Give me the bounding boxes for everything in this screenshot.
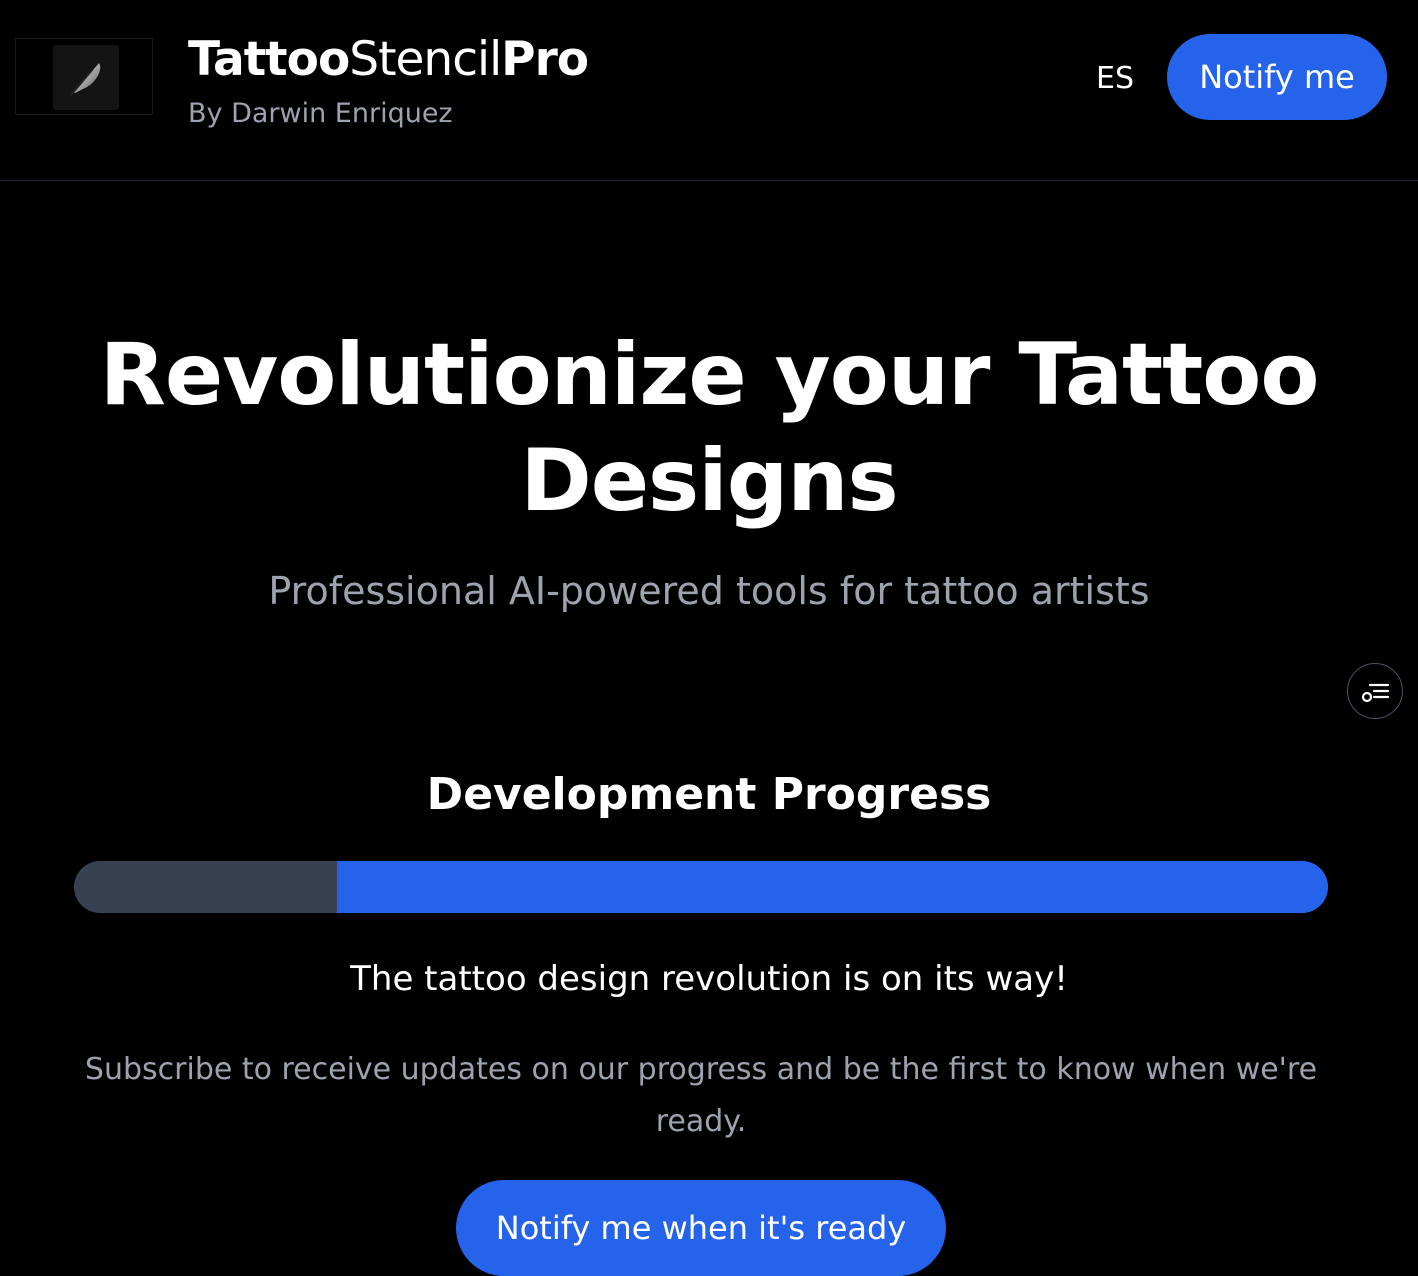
brand-part-stencil: Stencil bbox=[349, 32, 502, 87]
hero-title: Revolutionize your Tattoo Designs bbox=[99, 325, 1320, 531]
hero-subtitle: Professional AI-powered tools for tattoo… bbox=[268, 569, 1150, 613]
logo[interactable] bbox=[15, 38, 153, 115]
progress-bar bbox=[74, 861, 1328, 913]
brand-part-pro: Pro bbox=[501, 32, 589, 87]
site-header: TattooStencilPro By Darwin Enriquez ES N… bbox=[0, 0, 1418, 181]
author-byline: By Darwin Enriquez bbox=[188, 98, 453, 129]
notify-me-button[interactable]: Notify me bbox=[1167, 34, 1387, 120]
progress-tagline: The tattoo design revolution is on its w… bbox=[350, 959, 1068, 999]
filter-list-icon bbox=[1361, 683, 1390, 703]
progress-bar-fill bbox=[337, 861, 1328, 913]
brand-part-tattoo: Tattoo bbox=[188, 32, 350, 87]
brand-name[interactable]: TattooStencilPro bbox=[188, 30, 589, 90]
language-toggle[interactable]: ES bbox=[1093, 60, 1137, 98]
feather-icon bbox=[53, 45, 119, 110]
subscribe-text: Subscribe to receive updates on our prog… bbox=[84, 1052, 1318, 1139]
notify-when-ready-button[interactable]: Notify me when it's ready bbox=[456, 1180, 946, 1276]
floating-menu-button[interactable] bbox=[1347, 663, 1403, 719]
progress-heading: Development Progress bbox=[426, 769, 992, 820]
